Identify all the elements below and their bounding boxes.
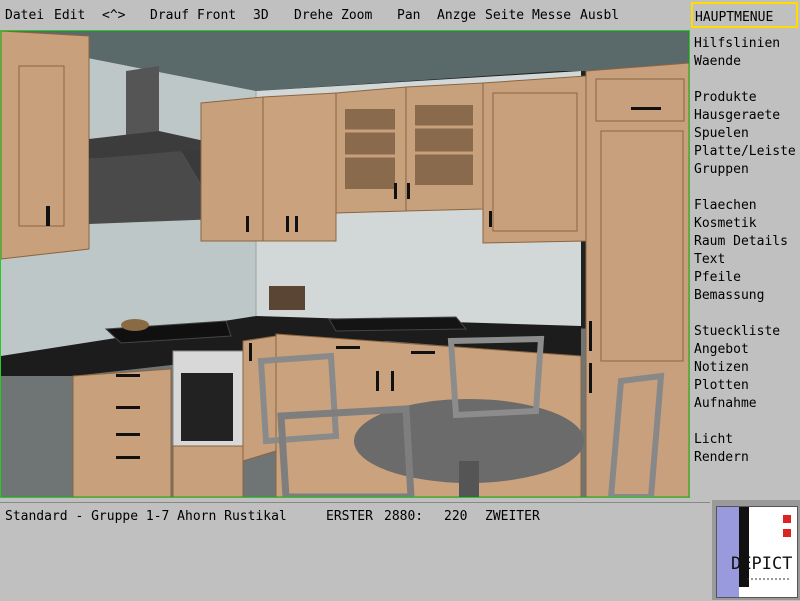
menu-kosmetik[interactable]: Kosmetik [694, 216, 757, 231]
menu-raum-details[interactable]: Raum Details [694, 234, 788, 249]
menu-waende[interactable]: Waende [694, 54, 741, 69]
menu-angebot[interactable]: Angebot [694, 342, 749, 357]
menu-pan[interactable]: Pan [397, 8, 420, 23]
main-menu-panel: HAUPTMENUE Hilfslinien Waende Produkte H… [691, 0, 800, 500]
depict-logo: DEPICT [716, 506, 798, 598]
menu-plotten[interactable]: Plotten [694, 378, 749, 393]
menu-edit[interactable]: Edit [54, 8, 85, 23]
main-menu-header[interactable]: HAUPTMENUE [691, 2, 798, 28]
menu-front[interactable]: Front [197, 8, 236, 23]
menu-hausgeraete[interactable]: Hausgeraete [694, 108, 780, 123]
render-viewport[interactable] [0, 30, 690, 498]
menubar: Datei Edit <^> Drauf Front 3D Drehe Zoom… [0, 0, 690, 30]
menu-nav[interactable]: <^> [102, 8, 125, 23]
main-menu-title: HAUPTMENUE [695, 10, 774, 25]
menu-text[interactable]: Text [694, 252, 725, 267]
menu-aufnahme[interactable]: Aufnahme [694, 396, 757, 411]
status-group: Standard - Gruppe 1-7 Ahorn Rustikal [5, 509, 287, 524]
logo-panel: DEPICT [712, 500, 800, 600]
menu-platte-leiste[interactable]: Platte/Leiste [694, 144, 796, 159]
menu-seite[interactable]: Seite [485, 8, 524, 23]
command-area [0, 530, 710, 600]
menu-pfeile[interactable]: Pfeile [694, 270, 741, 285]
menu-3d[interactable]: 3D [253, 8, 269, 23]
status-x-value: 2880: [384, 509, 424, 524]
kitchen-render [1, 31, 689, 497]
status-first-label: ERSTER [326, 509, 373, 524]
menu-licht[interactable]: Licht [694, 432, 733, 447]
status-second-label: ZWEITER [485, 509, 540, 524]
menu-notizen[interactable]: Notizen [694, 360, 749, 375]
menu-anzge[interactable]: Anzge [437, 8, 476, 23]
menu-bemassung[interactable]: Bemassung [694, 288, 764, 303]
menu-drehe[interactable]: Drehe [294, 8, 333, 23]
logo-text: DEPICT [731, 554, 792, 574]
menu-rendern[interactable]: Rendern [694, 450, 749, 465]
menu-gruppen[interactable]: Gruppen [694, 162, 749, 177]
menu-ausbl[interactable]: Ausbl [580, 8, 619, 23]
status-bar: Standard - Gruppe 1-7 Ahorn Rustikal ERS… [0, 502, 710, 529]
menu-datei[interactable]: Datei [5, 8, 44, 23]
menu-produkte[interactable]: Produkte [694, 90, 757, 105]
menu-hilfslinien[interactable]: Hilfslinien [694, 36, 780, 51]
menu-spuelen[interactable]: Spuelen [694, 126, 749, 141]
status-y-value: 220 [444, 509, 468, 524]
menu-drauf[interactable]: Drauf [150, 8, 189, 23]
menu-zoom[interactable]: Zoom [341, 8, 372, 23]
menu-flaechen[interactable]: Flaechen [694, 198, 757, 213]
menu-messe[interactable]: Messe [532, 8, 571, 23]
menu-stueckliste[interactable]: Stueckliste [694, 324, 780, 339]
